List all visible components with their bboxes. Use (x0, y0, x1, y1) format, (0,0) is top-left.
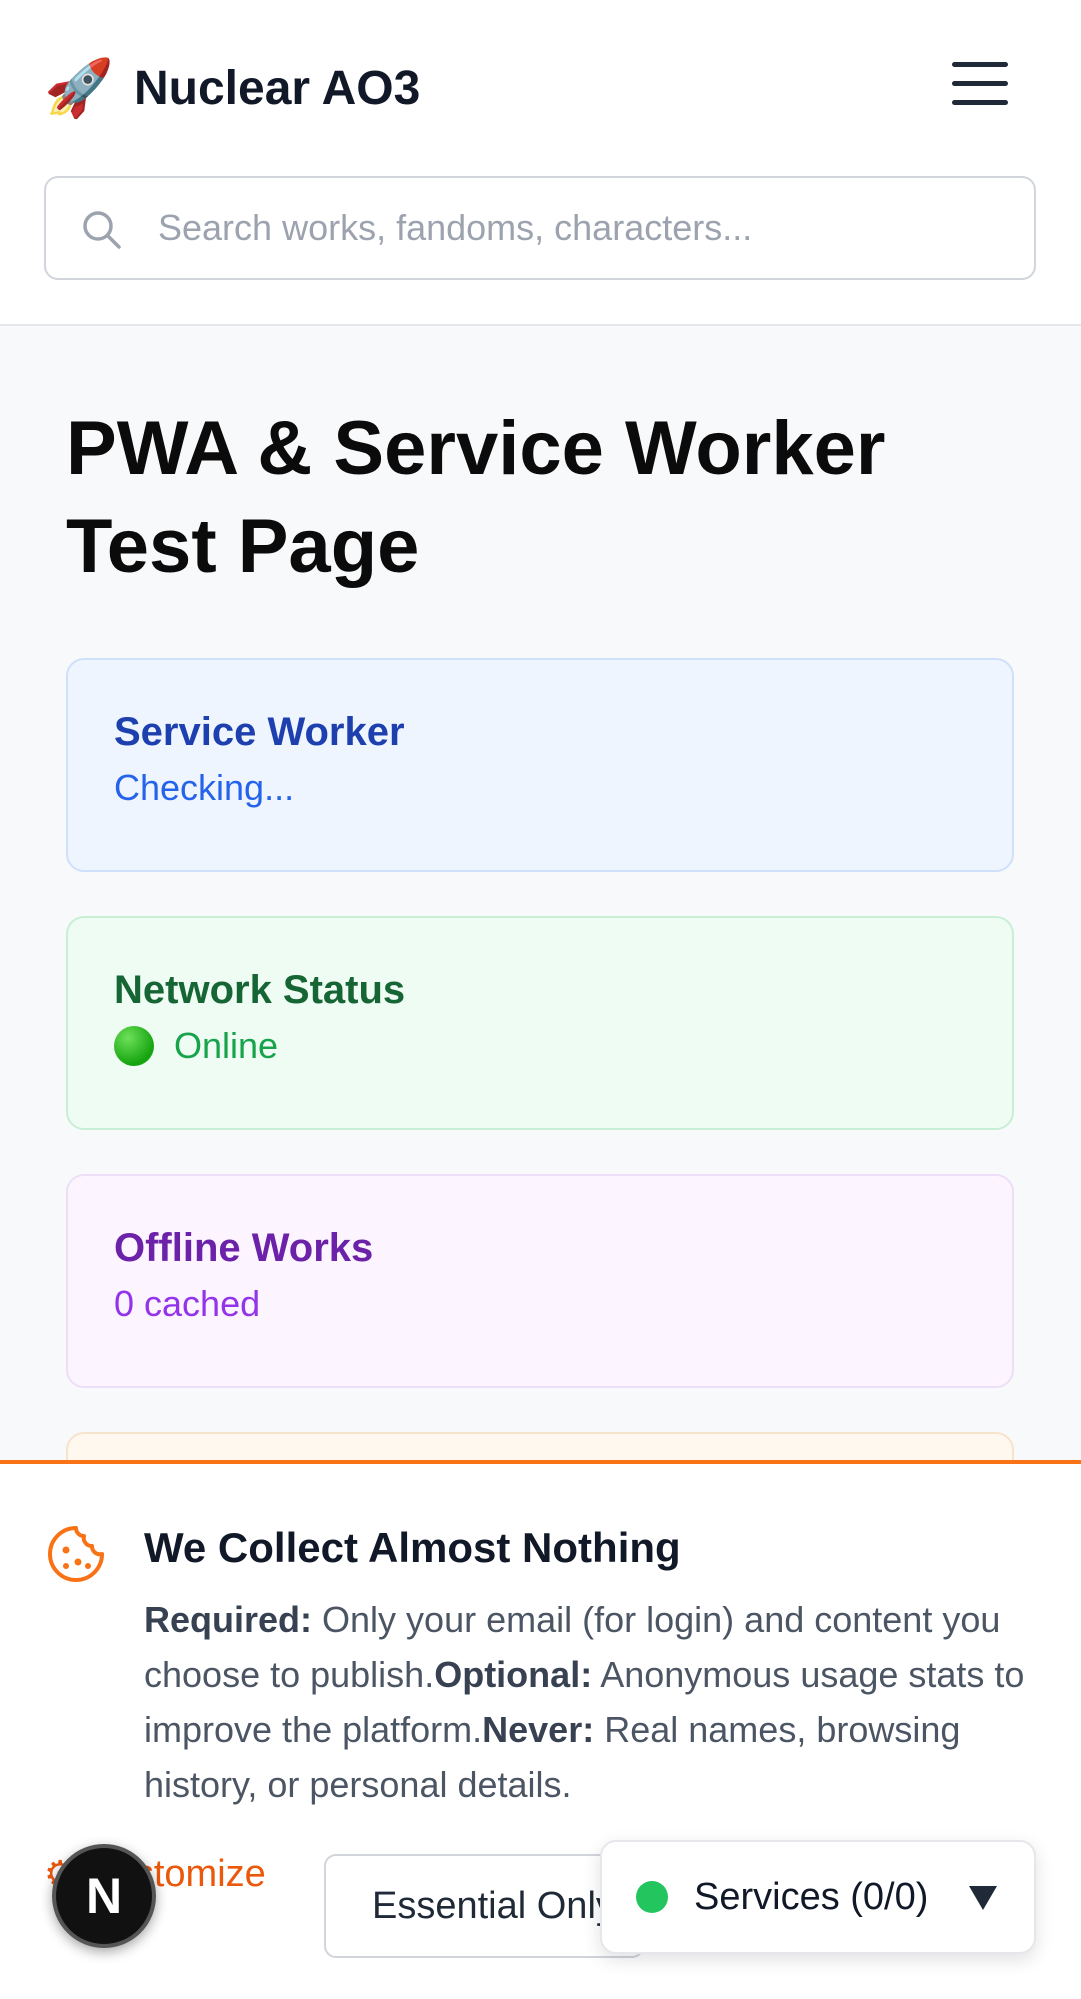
services-label: Services (0/0) (694, 1875, 929, 1918)
page-title: PWA & Service Worker Test Page (66, 406, 886, 589)
nextjs-dev-badge[interactable]: N (52, 1844, 156, 1948)
offline-works-card: Offline Works 0 cached (66, 1174, 1014, 1388)
brand[interactable]: 🚀 Nuclear AO3 (44, 56, 420, 120)
site-header: 🚀 Nuclear AO3 (0, 0, 1081, 326)
never-label: Never: (482, 1709, 595, 1750)
card-value: Checking... (114, 767, 295, 808)
online-status-dot-icon (114, 1026, 154, 1066)
search-bar[interactable] (44, 176, 1036, 280)
services-status-widget[interactable]: Services (0/0) (600, 1840, 1036, 1954)
essential-only-button[interactable]: Essential Only (324, 1854, 644, 1958)
card-value: 0 cached (114, 1283, 261, 1324)
caret-down-icon (969, 1886, 997, 1910)
network-status-card: Network Status Online (66, 916, 1014, 1130)
cookie-icon (48, 1526, 104, 1582)
network-status-value: Online (174, 1025, 279, 1066)
card-value-row: Online (114, 1025, 966, 1067)
card-title: Network Status (114, 968, 406, 1012)
required-label: Required: (144, 1599, 313, 1640)
optional-label: Optional: (434, 1654, 593, 1695)
search-icon (83, 211, 121, 249)
search-input[interactable] (158, 198, 998, 258)
services-status-dot-icon (636, 1881, 668, 1913)
service-worker-card: Service Worker Checking... (66, 658, 1014, 872)
card-title: Service Worker (114, 710, 405, 754)
hamburger-menu-icon[interactable] (952, 62, 1008, 112)
cookie-title: We Collect Almost Nothing (144, 1524, 681, 1571)
card-title: Offline Works (114, 1226, 374, 1270)
cookie-description: Required: Only your email (for login) an… (144, 1592, 1044, 1812)
rocket-icon: 🚀 (44, 56, 114, 119)
app-title: Nuclear AO3 (134, 61, 421, 115)
